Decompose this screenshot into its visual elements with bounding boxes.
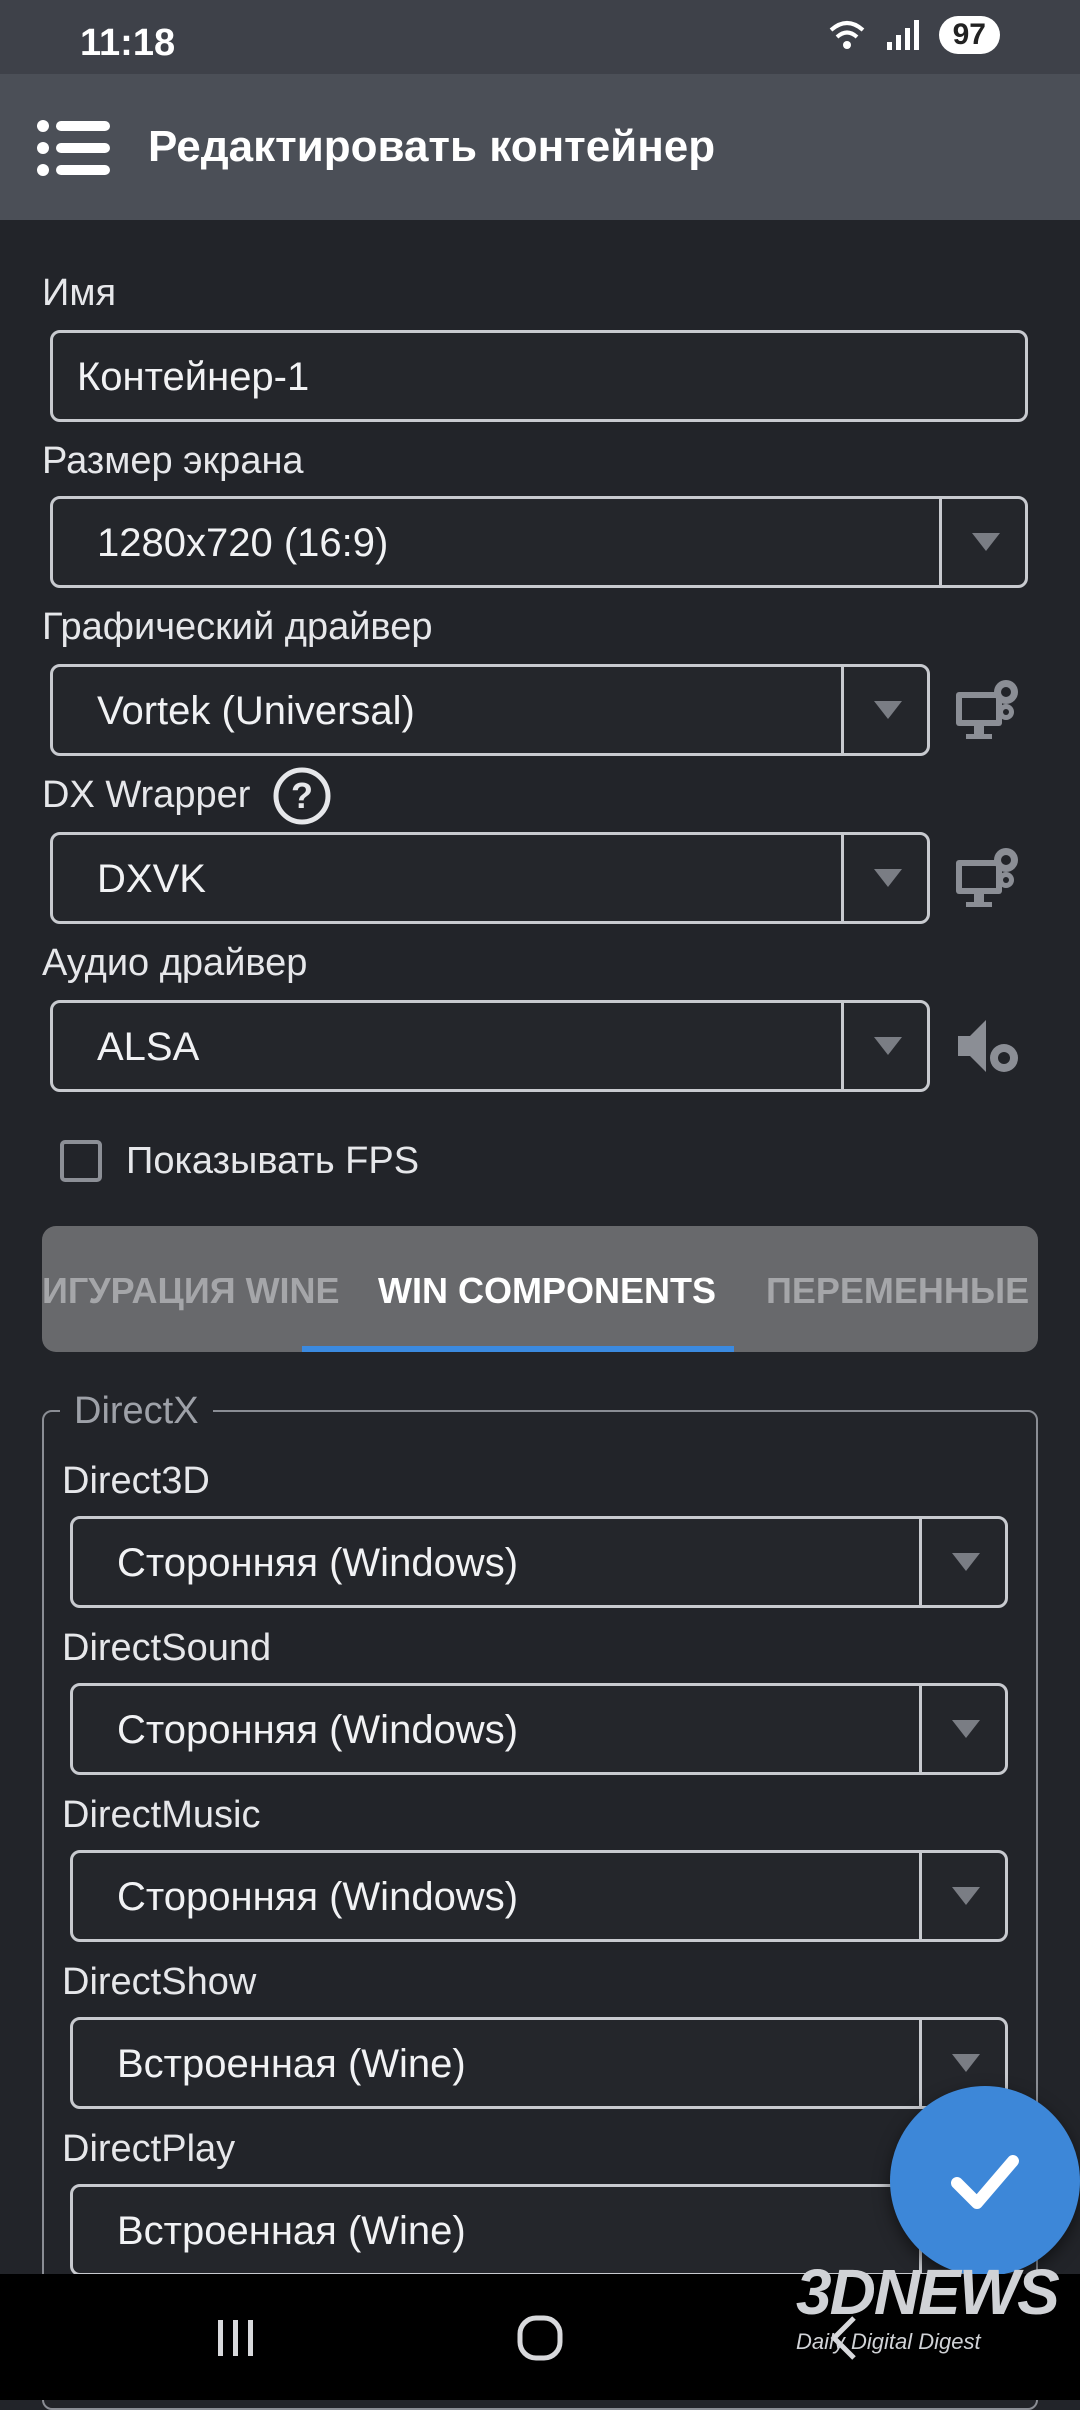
directshow-select[interactable]: Встроенная (Wine) [70, 2017, 1008, 2109]
status-bar: 11:18 97 [0, 0, 1080, 74]
screen-size-select[interactable]: 1280x720 (16:9) [50, 496, 1028, 588]
tab-environment-variables[interactable]: ПЕРЕМЕННЫЕ С [766, 1270, 1038, 1312]
tab-bar: ИГУРАЦИЯ WINE WIN COMPONENTS ПЕРЕМЕННЫЕ … [42, 1226, 1038, 1352]
directplay-value: Встроенная (Wine) [117, 2209, 466, 2253]
graphics-driver-value: Vortek (Universal) [97, 689, 415, 733]
direct3d-select[interactable]: Сторонняя (Windows) [70, 1516, 1008, 1608]
directshow-label: DirectShow [62, 1961, 257, 2003]
direct3d-label: Direct3D [62, 1460, 210, 1502]
audio-settings-icon[interactable] [952, 1010, 1024, 1082]
directsound-select[interactable]: Сторонняя (Windows) [70, 1683, 1008, 1775]
watermark-logo: 3DNEWS Daily Digital Digest [796, 2255, 1060, 2355]
dx-settings-icon[interactable] [952, 842, 1024, 914]
directmusic-value: Сторонняя (Windows) [117, 1875, 519, 1919]
battery-icon: 97 [938, 16, 1000, 54]
signal-icon [886, 20, 919, 50]
active-tab-indicator [302, 1346, 734, 1352]
watermark-brand: 3DNEWS [796, 2256, 1060, 2328]
directplay-label: DirectPlay [62, 2128, 236, 2170]
chevron-down-icon [942, 499, 1030, 585]
audio-driver-label: Аудио драйвер [42, 942, 308, 984]
dx-wrapper-select[interactable]: DXVK [50, 832, 930, 924]
check-icon [951, 2155, 1019, 2209]
svg-text:?: ? [291, 775, 313, 816]
chevron-down-icon [922, 1686, 1010, 1772]
dx-wrapper-label: DX Wrapper [42, 774, 251, 816]
tab-wine-config[interactable]: ИГУРАЦИЯ WINE [42, 1270, 340, 1312]
dx-wrapper-value: DXVK [97, 857, 206, 901]
chevron-down-icon [922, 1853, 1010, 1939]
directmusic-label: DirectMusic [62, 1794, 261, 1836]
screen-size-label: Размер экрана [42, 440, 304, 482]
show-fps-checkbox[interactable] [60, 1140, 102, 1182]
audio-driver-value: ALSA [97, 1025, 200, 1069]
page-title: Редактировать контейнер [148, 122, 716, 171]
status-time: 11:18 [80, 22, 176, 64]
show-fps-label: Показывать FPS [126, 1140, 420, 1182]
tab-win-components[interactable]: WIN COMPONENTS [378, 1270, 716, 1312]
display-settings-icon[interactable] [952, 674, 1024, 746]
directshow-value: Встроенная (Wine) [117, 2042, 466, 2086]
name-field[interactable]: Контейнер-1 [50, 330, 1028, 422]
directsound-label: DirectSound [62, 1627, 272, 1669]
app-toolbar: Редактировать контейнер [0, 74, 1080, 220]
home-icon[interactable] [516, 2312, 564, 2364]
directx-legend: DirectX [60, 1390, 213, 1433]
recent-apps-icon[interactable] [214, 2316, 258, 2360]
graphics-driver-select[interactable]: Vortek (Universal) [50, 664, 930, 756]
name-value: Контейнер-1 [77, 355, 310, 399]
name-label: Имя [42, 272, 117, 314]
menu-icon[interactable] [36, 118, 110, 178]
chevron-down-icon [844, 1003, 932, 1089]
direct3d-value: Сторонняя (Windows) [117, 1541, 519, 1585]
screen-size-value: 1280x720 (16:9) [97, 521, 389, 565]
directmusic-select[interactable]: Сторонняя (Windows) [70, 1850, 1008, 1942]
save-fab-button[interactable] [890, 2086, 1080, 2276]
wifi-icon [829, 21, 864, 49]
help-icon[interactable]: ? [272, 766, 332, 826]
directsound-value: Сторонняя (Windows) [117, 1708, 519, 1752]
chevron-down-icon [844, 835, 932, 921]
watermark-tagline: Daily Digital Digest [796, 2329, 981, 2354]
status-icons: 97 [827, 16, 1000, 54]
chevron-down-icon [844, 667, 932, 753]
graphics-driver-label: Графический драйвер [42, 606, 433, 648]
audio-driver-select[interactable]: ALSA [50, 1000, 930, 1092]
chevron-down-icon [922, 1519, 1010, 1605]
